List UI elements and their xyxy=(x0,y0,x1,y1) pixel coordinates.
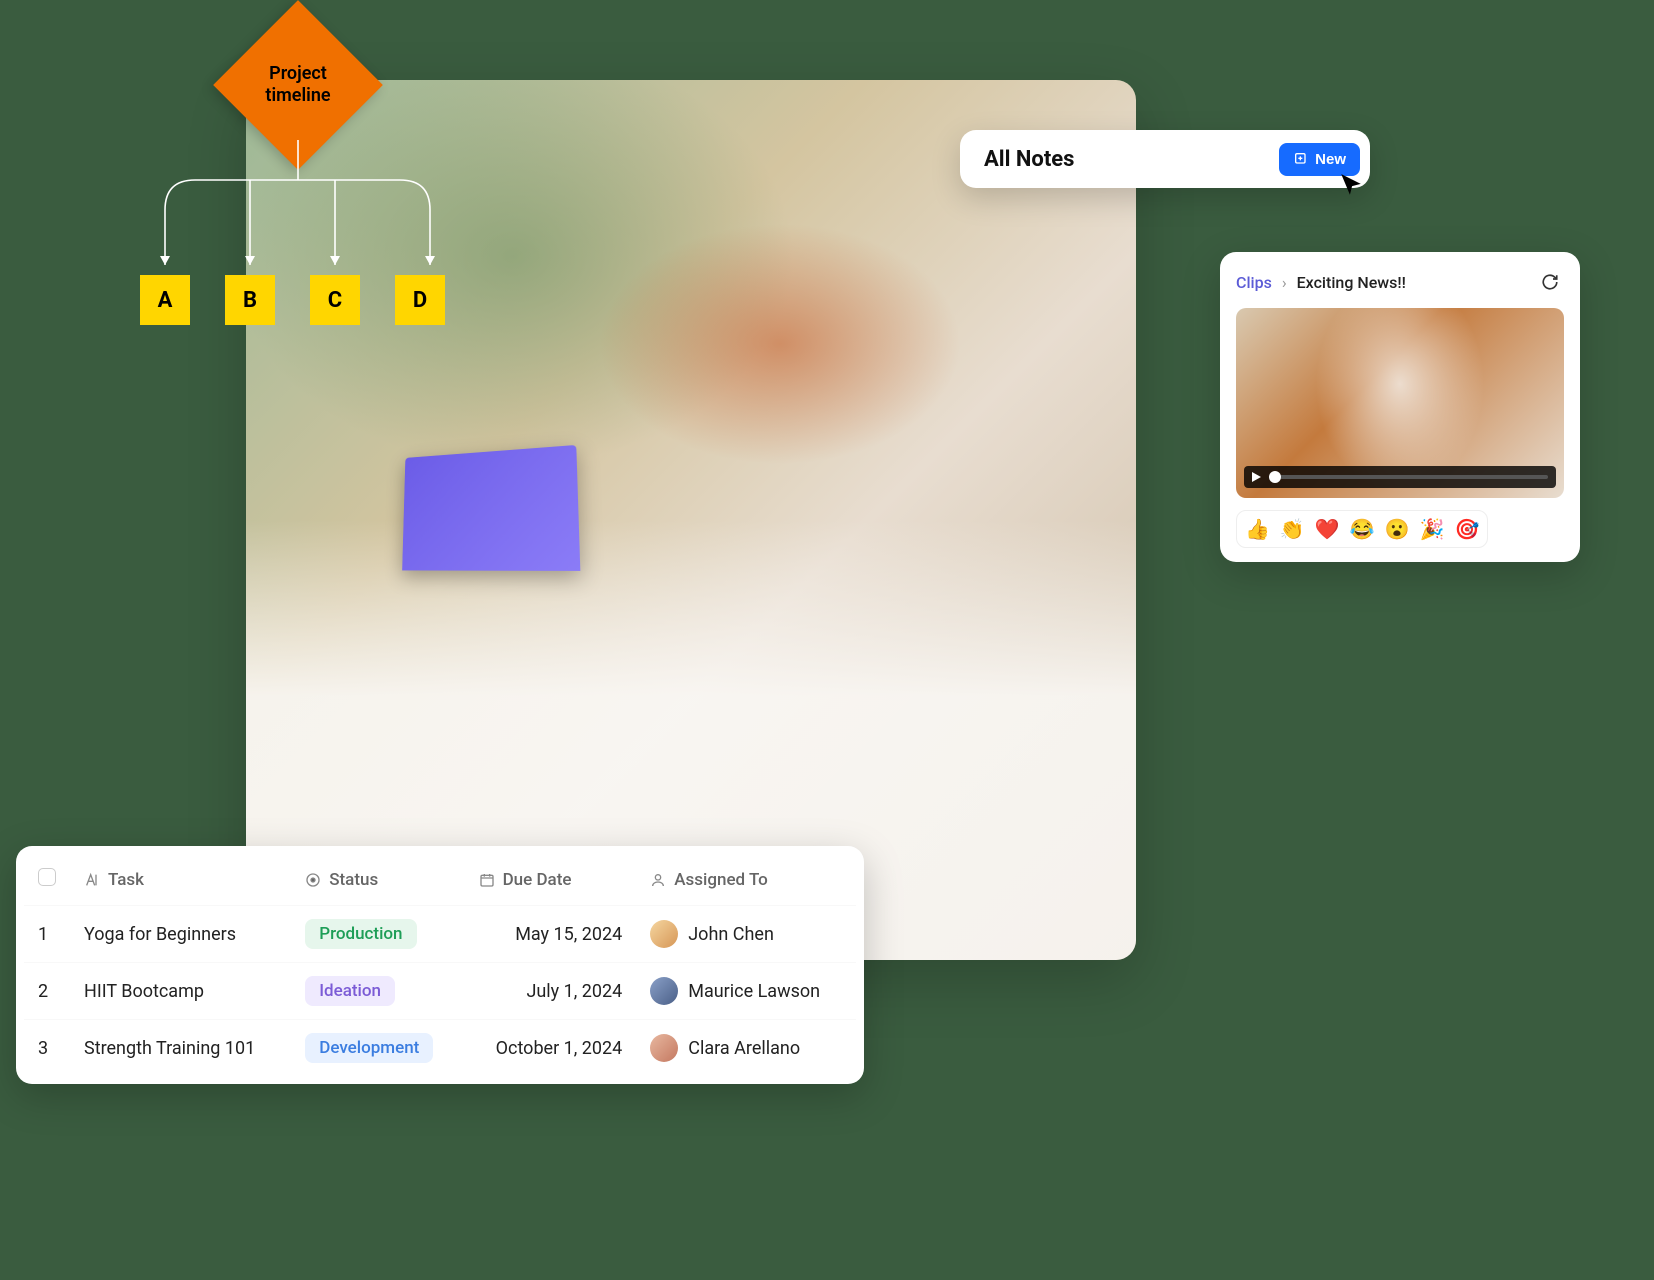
flow-node-c[interactable]: C xyxy=(310,275,360,325)
header-due: Due Date xyxy=(503,870,572,890)
assignee-name: Clara Arellano xyxy=(688,1038,800,1059)
status-pill[interactable]: Development xyxy=(305,1033,433,1063)
header-assignee: Assigned To xyxy=(674,870,768,890)
assignee-cell: Maurice Lawson xyxy=(650,977,842,1005)
header-task: Task xyxy=(108,870,144,890)
refresh-button[interactable] xyxy=(1536,268,1564,296)
flow-node-a[interactable]: A xyxy=(140,275,190,325)
reaction-wow[interactable]: 😮 xyxy=(1385,517,1410,541)
flow-connectors xyxy=(140,140,460,280)
play-icon[interactable] xyxy=(1252,472,1261,482)
person-icon xyxy=(650,872,666,888)
video-controls[interactable] xyxy=(1244,466,1556,488)
due-date: July 1, 2024 xyxy=(465,963,637,1020)
cursor-icon xyxy=(1338,172,1364,198)
status-pill[interactable]: Ideation xyxy=(305,976,395,1006)
assignee-cell: Clara Arellano xyxy=(650,1034,842,1062)
row-number: 1 xyxy=(24,906,70,963)
calendar-icon xyxy=(479,872,495,888)
reaction-clap[interactable]: 👏 xyxy=(1280,517,1305,541)
reaction-laugh[interactable]: 😂 xyxy=(1350,517,1375,541)
video-scrubber[interactable] xyxy=(1269,475,1548,479)
avatar xyxy=(650,977,678,1005)
chevron-right-icon: › xyxy=(1282,273,1287,292)
new-note-button[interactable]: New xyxy=(1279,143,1360,176)
reaction-thumbs-up[interactable]: 👍 xyxy=(1245,517,1270,541)
task-name: Strength Training 101 xyxy=(70,1020,291,1077)
reaction-party[interactable]: 🎉 xyxy=(1420,517,1445,541)
table-header-row: Task Status Due Date Assigned To xyxy=(24,860,856,906)
avatar xyxy=(650,920,678,948)
flow-title-1: Project xyxy=(269,63,327,84)
avatar xyxy=(650,1034,678,1062)
due-date: May 15, 2024 xyxy=(465,906,637,963)
breadcrumb-current: Exciting News!! xyxy=(1297,273,1406,292)
refresh-icon xyxy=(1541,273,1559,291)
select-all-checkbox[interactable] xyxy=(38,868,56,886)
clips-card: Clips › Exciting News!! 👍 👏 ❤️ 😂 😮 🎉 🎯 xyxy=(1220,252,1580,562)
task-name: HIIT Bootcamp xyxy=(70,963,291,1020)
task-table: Task Status Due Date Assigned To 1Yoga f… xyxy=(16,846,864,1084)
status-pill[interactable]: Production xyxy=(305,919,416,949)
flow-title-2: timeline xyxy=(265,85,330,106)
task-name: Yoga for Beginners xyxy=(70,906,291,963)
notes-title: All Notes xyxy=(984,147,1074,172)
notes-header: All Notes New xyxy=(960,130,1370,188)
flow-node-b[interactable]: B xyxy=(225,275,275,325)
due-date: October 1, 2024 xyxy=(465,1020,637,1077)
assignee-name: John Chen xyxy=(688,924,774,945)
assignee-cell: John Chen xyxy=(650,920,842,948)
status-icon xyxy=(305,872,321,888)
table-row[interactable]: 2HIIT Bootcamp Ideation July 1, 2024 Mauric… xyxy=(24,963,856,1020)
header-status: Status xyxy=(329,870,378,890)
clips-breadcrumb: Clips › Exciting News!! xyxy=(1236,268,1564,296)
row-number: 3 xyxy=(24,1020,70,1077)
row-number: 2 xyxy=(24,963,70,1020)
flow-diamond-label: Projecttimeline xyxy=(238,25,358,145)
flow-node-d[interactable]: D xyxy=(395,275,445,325)
reaction-bar: 👍 👏 ❤️ 😂 😮 🎉 🎯 xyxy=(1236,510,1488,548)
table-row[interactable]: 1Yoga for Beginners Production May 15, 202… xyxy=(24,906,856,963)
video-thumbnail[interactable] xyxy=(1236,308,1564,498)
table-row[interactable]: 3Strength Training 101 Development October… xyxy=(24,1020,856,1077)
reaction-heart[interactable]: ❤️ xyxy=(1315,517,1340,541)
breadcrumb-root[interactable]: Clips xyxy=(1236,273,1272,292)
new-button-label: New xyxy=(1315,151,1346,168)
new-note-icon xyxy=(1293,151,1309,167)
text-icon xyxy=(84,872,100,888)
assignee-name: Maurice Lawson xyxy=(688,981,820,1002)
reaction-add[interactable]: 🎯 xyxy=(1454,517,1479,541)
